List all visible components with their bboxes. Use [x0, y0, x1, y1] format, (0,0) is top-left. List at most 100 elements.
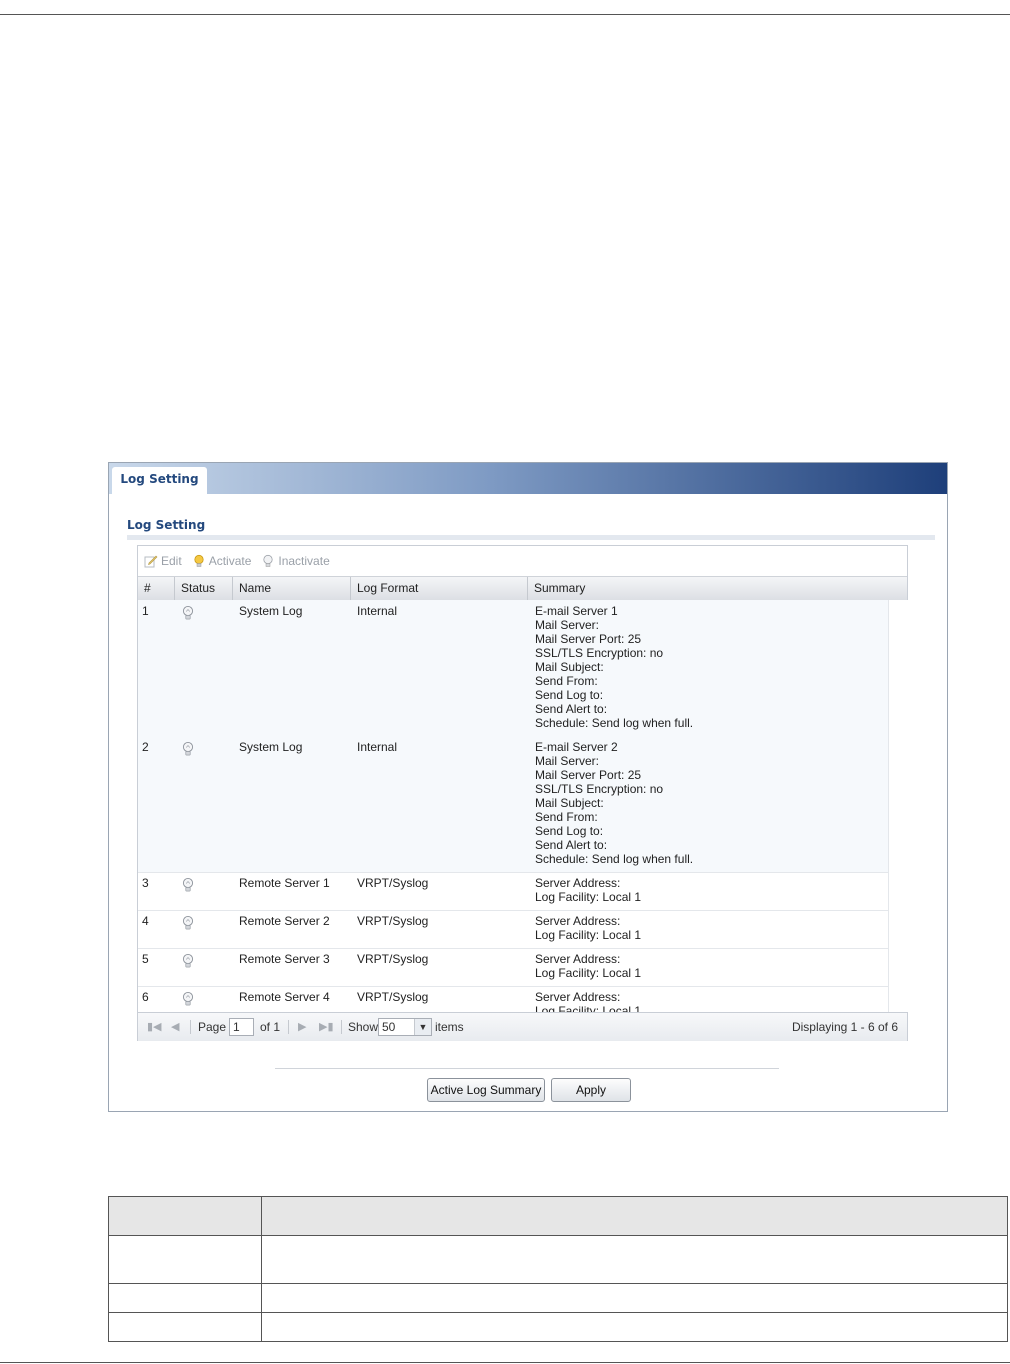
- summary-line: Server Address:: [535, 952, 621, 966]
- row-number: 4: [142, 914, 149, 928]
- inactivate-label: Inactivate: [278, 554, 330, 568]
- table-row[interactable]: 1 System Log Internal E-mail Server 1 Mail S…: [138, 600, 888, 737]
- active-log-summary-button[interactable]: Active Log Summary: [427, 1078, 545, 1102]
- page-bottom-rule: [0, 1362, 1010, 1363]
- summary-line: Send From:: [535, 810, 598, 824]
- column-header-status[interactable]: Status: [175, 577, 233, 600]
- next-page-icon[interactable]: ▶: [298, 1013, 306, 1041]
- status-inactive-icon: [181, 991, 195, 1010]
- summary-line: Send From:: [535, 674, 598, 688]
- section-divider: [127, 535, 935, 540]
- row-name: System Log: [239, 740, 303, 754]
- row-log-format: VRPT/Syslog: [357, 952, 429, 966]
- edit-label: Edit: [161, 554, 182, 568]
- summary-line: Mail Server:: [535, 618, 600, 632]
- row-summary: Server Address: Log Facility: Local 1: [535, 952, 641, 980]
- row-log-format: VRPT/Syslog: [357, 914, 429, 928]
- table-cell: [261, 1283, 1008, 1313]
- description-table-row: [108, 1283, 1008, 1313]
- table-row[interactable]: 2 System Log Internal E-mail Server 2 Mail S…: [138, 736, 888, 873]
- summary-line: Mail Subject:: [535, 660, 604, 674]
- table-scroll-area: [888, 600, 908, 1012]
- items-label: items: [435, 1020, 464, 1034]
- inactivate-button[interactable]: Inactivate: [261, 554, 330, 568]
- description-table: [108, 1196, 1008, 1342]
- summary-line: Mail Server:: [535, 754, 600, 768]
- table-header: # Status Name Log Format Summary: [138, 576, 907, 601]
- apply-button[interactable]: Apply: [551, 1078, 631, 1102]
- description-table-row: [108, 1312, 1008, 1342]
- tab-log-setting[interactable]: Log Setting: [112, 467, 207, 494]
- summary-line: Mail Subject:: [535, 796, 604, 810]
- status-inactive-icon: [181, 605, 195, 624]
- button-divider: [275, 1068, 779, 1069]
- items-per-page-value: 50: [382, 1020, 396, 1034]
- status-inactive-icon: [181, 915, 195, 934]
- activate-button[interactable]: Activate: [192, 554, 252, 568]
- log-table-panel: Edit Activate Inactivate # Status Name L…: [137, 545, 908, 1041]
- row-name: Remote Server 4: [239, 990, 330, 1004]
- summary-line: Schedule: Send log when full.: [535, 852, 694, 866]
- previous-page-icon[interactable]: ◀: [171, 1013, 179, 1041]
- show-label: Show: [348, 1020, 379, 1034]
- page-count-label: of 1: [260, 1020, 281, 1034]
- summary-line: Log Facility: Local 1: [535, 928, 642, 942]
- table-row[interactable]: 5 Remote Server 3 VRPT/Syslog Server Addres…: [138, 948, 888, 987]
- status-inactive-icon: [181, 741, 195, 760]
- page-top-rule: [0, 14, 1010, 15]
- status-inactive-icon: [181, 877, 195, 896]
- lightbulb-on-icon: [192, 554, 206, 568]
- summary-line: SSL/TLS Encryption: no: [535, 782, 664, 796]
- activate-label: Activate: [208, 554, 252, 568]
- pager-divider: [190, 1020, 191, 1034]
- row-summary: E-mail Server 2 Mail Server: Mail Server P…: [535, 740, 693, 866]
- column-header-name[interactable]: Name: [233, 577, 351, 600]
- column-header-number[interactable]: #: [138, 577, 175, 600]
- last-page-icon[interactable]: ▶▮: [319, 1013, 334, 1041]
- displaying-count: Displaying 1 - 6 of 6: [791, 1020, 898, 1034]
- table-cell: [108, 1235, 262, 1284]
- table-cell: [261, 1235, 1008, 1284]
- row-number: 2: [142, 740, 149, 754]
- section-title: Log Setting: [127, 518, 206, 532]
- edit-icon: [144, 554, 158, 568]
- row-summary: E-mail Server 1 Mail Server: Mail Server P…: [535, 604, 693, 730]
- summary-line: E-mail Server 2: [535, 740, 618, 754]
- summary-line: Mail Server Port: 25: [535, 768, 642, 782]
- summary-line: Server Address:: [535, 990, 621, 1004]
- row-name: Remote Server 2: [239, 914, 330, 928]
- edit-button[interactable]: Edit: [144, 554, 182, 568]
- toolbar: Edit Activate Inactivate: [144, 552, 330, 570]
- summary-line: Server Address:: [535, 914, 621, 928]
- row-number: 3: [142, 876, 149, 890]
- summary-line: Send Alert to:: [535, 838, 608, 852]
- table-row[interactable]: 3 Remote Server 1 VRPT/Syslog Server Addres…: [138, 872, 888, 911]
- chevron-down-icon: ▼: [414, 1019, 431, 1035]
- tab-bar: Log Setting: [109, 463, 947, 494]
- row-name: Remote Server 1: [239, 876, 330, 890]
- row-number: 5: [142, 952, 149, 966]
- items-per-page-select[interactable]: 50 ▼: [378, 1018, 432, 1036]
- pagination-bar: ▮◀ ◀ Page 1 of 1 ▶ ▶▮ Show 50 ▼ items Di…: [138, 1012, 907, 1041]
- first-page-icon[interactable]: ▮◀: [147, 1013, 162, 1041]
- row-summary: Server Address: Log Facility: Local 1: [535, 876, 641, 904]
- status-inactive-icon: [181, 953, 195, 972]
- table-cell: [261, 1312, 1008, 1342]
- row-log-format: VRPT/Syslog: [357, 990, 429, 1004]
- pager-divider: [341, 1020, 342, 1034]
- summary-line: Mail Server Port: 25: [535, 632, 642, 646]
- row-log-format: VRPT/Syslog: [357, 876, 429, 890]
- column-header-log-format[interactable]: Log Format: [351, 577, 528, 600]
- header-cell: [108, 1196, 262, 1236]
- row-log-format: Internal: [357, 604, 398, 618]
- page-label: Page: [198, 1020, 227, 1034]
- summary-line: Log Facility: Local 1: [535, 966, 642, 980]
- table-row[interactable]: 4 Remote Server 2 VRPT/Syslog Server Addres…: [138, 910, 888, 949]
- log-setting-window: Log Setting Log Setting Edit Activate In…: [108, 462, 948, 1112]
- column-header-summary[interactable]: Summary: [528, 577, 907, 600]
- table-cell: [108, 1283, 262, 1313]
- row-number: 1: [142, 604, 149, 618]
- page-number-input[interactable]: 1: [229, 1018, 254, 1036]
- summary-line: Log Facility: Local 1: [535, 890, 642, 904]
- summary-line: SSL/TLS Encryption: no: [535, 646, 664, 660]
